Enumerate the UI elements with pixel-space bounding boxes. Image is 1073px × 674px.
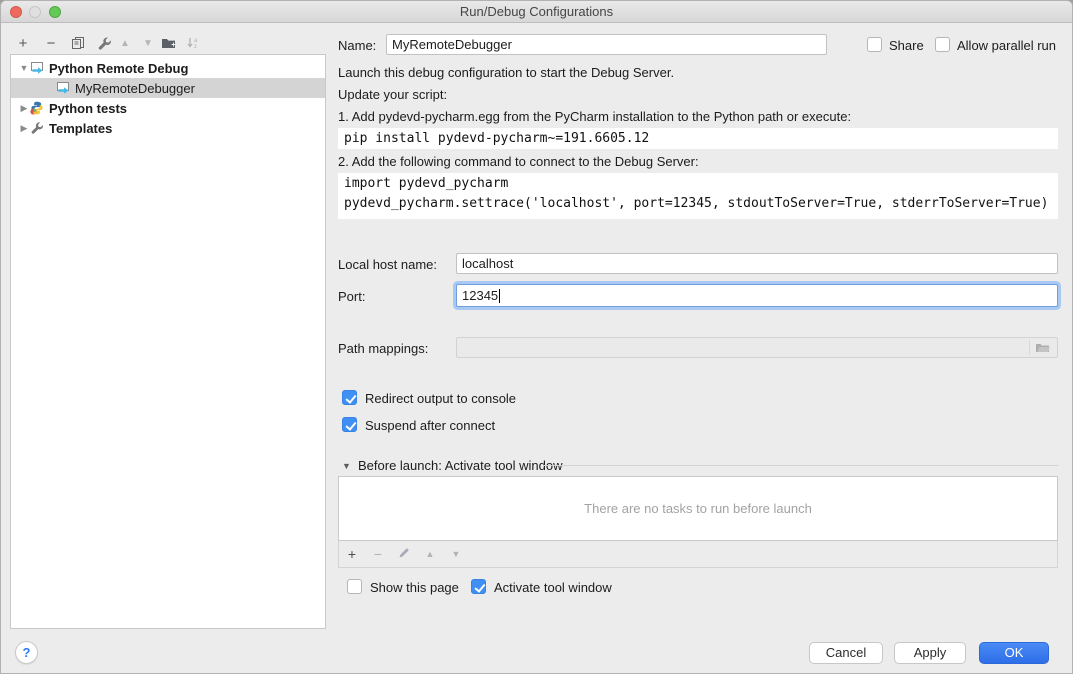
share-label: Share [889,38,924,53]
activate-tool-window-checkbox[interactable] [471,579,486,594]
before-launch-collapse-icon[interactable]: ▼ [342,461,351,471]
show-this-page-checkbox[interactable] [347,579,362,594]
remove-configuration-button[interactable]: − [41,33,61,53]
help-button[interactable]: ? [15,641,38,664]
browse-button[interactable] [1029,340,1055,355]
path-mappings-input[interactable] [456,337,1058,358]
tree-item-label: Templates [49,121,112,136]
port-input[interactable]: 12345 [456,284,1058,307]
port-label: Port: [338,289,365,304]
move-task-down-icon: ▼ [443,549,469,559]
local-host-name-label: Local host name: [338,257,437,272]
show-this-page-label: Show this page [370,580,459,595]
cancel-button[interactable]: Cancel [809,642,883,664]
pip-install-code: pip install pydevd-pycharm~=191.6605.12 [338,128,1058,149]
edit-task-icon [391,546,417,562]
name-input[interactable] [386,34,827,55]
configurations-tree: ▼ Python Remote Debug MyRemoteDebugger ▶… [10,54,326,629]
name-label: Name: [338,38,376,53]
task-list-toolbar: + − ▲ ▼ [338,541,1058,568]
remote-debug-icon [29,61,45,75]
chevron-right-icon[interactable]: ▶ [19,103,29,114]
remote-debug-icon [55,81,71,95]
add-configuration-button[interactable]: + [13,33,33,53]
settrace-code: import pydevd_pycharmpydevd_pycharm.sett… [338,173,1058,219]
remove-task-button: − [365,546,391,562]
svg-text:z: z [194,44,197,50]
create-folder-icon[interactable] [159,33,179,53]
python-tests-icon [29,101,45,115]
section-divider [543,465,1058,466]
add-task-button[interactable]: + [339,546,365,562]
apply-button[interactable]: Apply [894,642,966,664]
intro-text: Launch this debug configuration to start… [338,65,674,80]
path-mappings-label: Path mappings: [338,341,428,356]
move-up-icon: ▲ [115,33,135,53]
move-down-icon: ▼ [138,33,158,53]
run-debug-configurations-dialog: Run/Debug Configurations + − ▲ ▼ az ▼ Py… [0,0,1073,674]
sort-alphabetically-icon: az [183,33,203,53]
folder-icon [1035,342,1051,354]
allow-parallel-run-checkbox[interactable] [935,37,950,52]
local-host-name-input[interactable] [456,253,1058,274]
tree-item-label: Python Remote Debug [49,61,188,76]
tree-item-python-tests[interactable]: ▶ Python tests [11,98,325,118]
step2-text: 2. Add the following command to connect … [338,154,699,169]
update-script-text: Update your script: [338,87,447,102]
tree-item-myremotedebugger[interactable]: MyRemoteDebugger [11,78,325,98]
suspend-after-connect-label: Suspend after connect [365,418,495,433]
before-launch-task-list[interactable]: There are no tasks to run before launch [338,476,1058,541]
redirect-output-label: Redirect output to console [365,391,516,406]
before-launch-header: Before launch: Activate tool window [358,458,563,473]
move-task-up-icon: ▲ [417,549,443,559]
allow-parallel-run-label: Allow parallel run [957,38,1056,53]
copy-configuration-icon[interactable] [68,33,88,53]
tree-item-label: Python tests [49,101,127,116]
templates-wrench-icon [29,121,45,135]
empty-tasks-message: There are no tasks to run before launch [584,501,812,516]
tree-item-python-remote-debug[interactable]: ▼ Python Remote Debug [11,58,325,78]
step1-text: 1. Add pydevd-pycharm.egg from the PyCha… [338,109,851,124]
redirect-output-checkbox[interactable] [342,390,357,405]
suspend-after-connect-checkbox[interactable] [342,417,357,432]
tree-item-templates[interactable]: ▶ Templates [11,118,325,138]
activate-tool-window-label: Activate tool window [494,580,612,595]
ok-button[interactable]: OK [979,642,1049,664]
titlebar: Run/Debug Configurations [1,1,1072,23]
window-title: Run/Debug Configurations [1,1,1072,23]
tree-item-label: MyRemoteDebugger [75,81,195,96]
chevron-right-icon[interactable]: ▶ [19,123,29,134]
share-checkbox[interactable] [867,37,882,52]
text-cursor [499,289,500,303]
edit-templates-icon[interactable] [94,33,114,53]
chevron-down-icon[interactable]: ▼ [19,63,29,73]
